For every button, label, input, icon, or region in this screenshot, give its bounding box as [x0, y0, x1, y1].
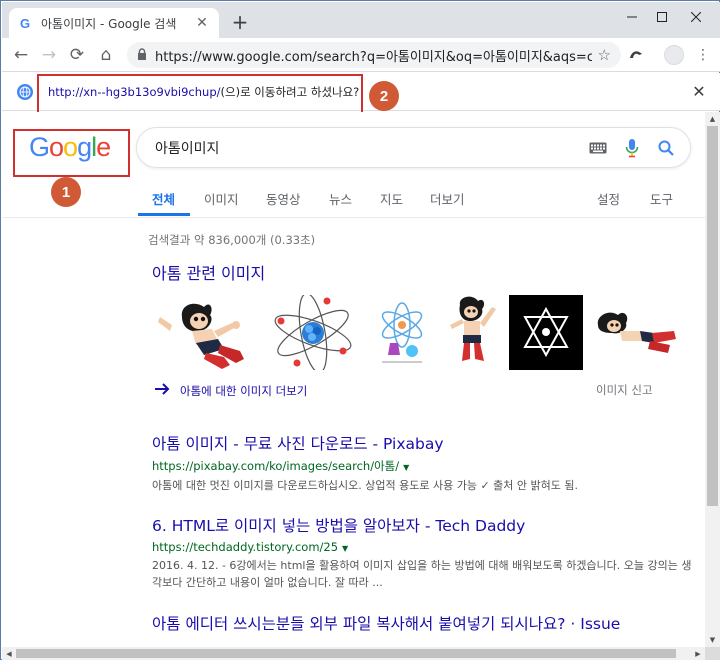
browser-toolbar: ← → ⟳ ⌂ https://www.google.com/search?q=…	[2, 38, 720, 72]
search-icon[interactable]	[656, 138, 676, 158]
result-stats: 검색결과 약 836,000개 (0.33초)	[148, 233, 316, 247]
search-results-page: Google 아톰이미지 전체 이미지 동영상 뉴스 지도 더보기 설정 도구	[2, 112, 705, 647]
search-result: 6. HTML로 이미지 넣는 방법을 알아보자 - Tech Daddy ht…	[152, 514, 692, 591]
tab-images[interactable]: 이미지	[204, 189, 239, 208]
tab-title: 아톰이미지 - Google 검색	[41, 16, 177, 31]
microphone-icon[interactable]	[622, 138, 642, 158]
scroll-up-icon[interactable]: ▲	[705, 112, 720, 126]
search-tabs: 전체 이미지 동영상 뉴스 지도 더보기 설정 도구	[2, 180, 705, 218]
browser-window: G 아톰이미지 - Google 검색 ✕ + ← → ⟳ ⌂ https://…	[0, 0, 720, 660]
reload-icon[interactable]: ⟳	[64, 42, 90, 68]
result-title[interactable]: 6. HTML로 이미지 넣는 방법을 알아보자 - Tech Daddy	[152, 514, 692, 536]
scroll-left-icon[interactable]: ◀	[2, 647, 16, 660]
tab-more[interactable]: 더보기	[430, 189, 465, 208]
result-url: https://pixabay.com/ko/images/search/아톰/…	[152, 458, 692, 474]
address-text: https://www.google.com/search?q=아톰이미지&oq…	[155, 49, 592, 65]
vertical-scrollbar[interactable]: ▲ ▼	[705, 112, 720, 647]
active-tab-underline	[138, 213, 190, 216]
close-window-icon[interactable]	[674, 2, 718, 32]
infobar-close-icon[interactable]: ✕	[690, 82, 708, 101]
report-images-link[interactable]: 이미지 신고	[596, 382, 653, 398]
annotation-box-url	[37, 74, 363, 116]
search-result: 아톰 이미지 - 무료 사진 다운로드 - Pixabay https://pi…	[152, 432, 692, 494]
annotation-box-logo	[13, 129, 130, 177]
science-atom-thumbnail[interactable]	[372, 295, 432, 370]
horizontal-scrollbar[interactable]: ◀ ▶	[2, 647, 705, 660]
scroll-down-icon[interactable]: ▼	[705, 633, 720, 647]
result-url-text: https://techdaddy.tistory.com/25	[152, 540, 339, 554]
atom-logo-thumbnail[interactable]	[509, 295, 583, 370]
google-favicon-icon: G	[19, 15, 31, 31]
menu-icon[interactable]: ⋮	[692, 44, 714, 66]
profile-avatar[interactable]	[664, 45, 684, 65]
vertical-scroll-thumb[interactable]	[707, 126, 718, 506]
tab-settings[interactable]: 설정	[597, 189, 620, 208]
forward-icon[interactable]: →	[36, 42, 62, 68]
keyboard-icon[interactable]	[588, 138, 608, 158]
arrow-right-icon	[154, 380, 170, 401]
more-images-label: 아톰에 대한 이미지 더보기	[180, 383, 308, 398]
lock-icon	[137, 47, 147, 63]
horizontal-scroll-thumb[interactable]	[16, 649, 676, 658]
tab-all[interactable]: 전체	[152, 189, 175, 208]
extension-icon[interactable]	[625, 44, 647, 66]
star-icon[interactable]: ☆	[598, 46, 611, 64]
search-query[interactable]: 아톰이미지	[155, 138, 574, 158]
back-icon[interactable]: ←	[8, 42, 34, 68]
scrollbar-corner	[705, 647, 720, 660]
more-images-link[interactable]: 아톰에 대한 이미지 더보기	[154, 380, 307, 401]
globe-icon	[17, 84, 33, 100]
result-snippet: 2016. 4. 12. - 6강에서는 html을 활용하여 이미지 삽입을 …	[152, 559, 692, 589]
tab-maps[interactable]: 지도	[380, 189, 403, 208]
home-icon[interactable]: ⌂	[93, 42, 119, 68]
result-url: https://techdaddy.tistory.com/25 ▼	[152, 540, 692, 554]
tab-close-icon[interactable]: ✕	[193, 14, 211, 32]
tab-videos[interactable]: 동영상	[266, 189, 301, 208]
images-section-heading[interactable]: 아톰 관련 이미지	[152, 260, 265, 284]
astro-boy-flying-thumbnail[interactable]	[590, 295, 680, 370]
tab-news[interactable]: 뉴스	[329, 189, 352, 208]
result-snippet: 아톰에 대한 멋진 이미지를 다운로드하십시오. 상업적 용도로 사용 가능 ✓…	[152, 479, 578, 492]
new-tab-button[interactable]: +	[228, 10, 252, 34]
annotation-badge-2: 2	[369, 81, 399, 111]
address-bar[interactable]: https://www.google.com/search?q=아톰이미지&oq…	[127, 42, 621, 68]
caret-down-icon[interactable]: ▼	[342, 544, 348, 553]
scroll-right-icon[interactable]: ▶	[691, 647, 705, 660]
astro-boy-thumbnail[interactable]	[152, 295, 252, 370]
result-url-text: https://pixabay.com/ko/images/search/아톰/	[152, 459, 400, 473]
tab-strip: G 아톰이미지 - Google 검색 ✕ +	[2, 2, 720, 38]
astro-boy-pose-thumbnail[interactable]	[442, 295, 504, 370]
search-box[interactable]: 아톰이미지	[136, 127, 691, 168]
browser-tab[interactable]: G 아톰이미지 - Google 검색 ✕	[9, 8, 219, 38]
result-title[interactable]: 아톰 이미지 - 무료 사진 다운로드 - Pixabay	[152, 432, 692, 454]
annotation-badge-1: 1	[51, 177, 81, 207]
tab-tools[interactable]: 도구	[650, 189, 673, 208]
caret-down-icon[interactable]: ▼	[403, 463, 409, 472]
search-result: 아톰 에디터 쓰시는분들 외부 파일 복사해서 붙여넣기 되시나요? · Iss…	[152, 612, 692, 634]
atom-model-thumbnail[interactable]	[267, 295, 359, 370]
result-title[interactable]: 아톰 에디터 쓰시는분들 외부 파일 복사해서 붙여넣기 되시나요? · Iss…	[152, 612, 692, 634]
